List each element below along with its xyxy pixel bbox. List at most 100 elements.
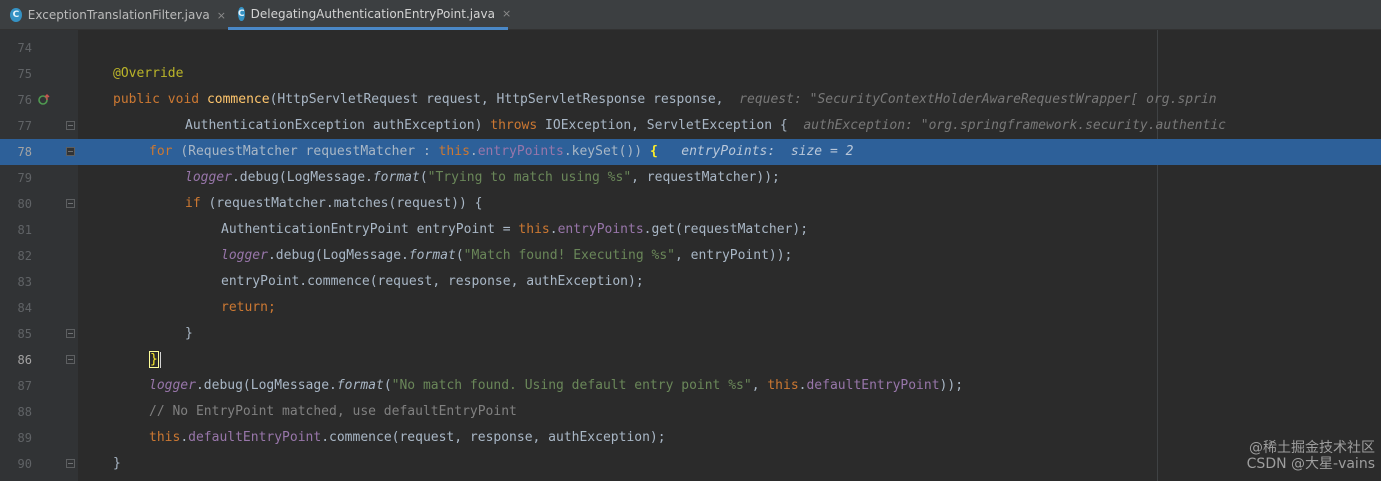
- code-line: 89 this.defaultEntryPoint.commence(reque…: [0, 425, 1381, 451]
- string-literal: "No match found. Using default entry poi…: [391, 378, 752, 393]
- code-text: @Override: [113, 61, 183, 87]
- line-number: 82: [17, 249, 32, 263]
- static-field: logger: [149, 378, 196, 393]
- keyword: for: [149, 144, 173, 159]
- code-text: entryPoint.commence(request, response, a…: [221, 274, 644, 289]
- code-line: 82 logger.debug(LogMessage.format("Match…: [0, 243, 1381, 269]
- line-number: 90: [17, 457, 32, 471]
- line-number: 89: [17, 431, 32, 445]
- code-text: logger.debug(LogMessage.format("No match…: [149, 378, 964, 393]
- watermark-line-2: CSDN @大星-vains: [1246, 456, 1375, 472]
- code-line: 88 // No EntryPoint matched, use default…: [0, 399, 1381, 425]
- call: ));: [939, 378, 964, 393]
- fold-icon[interactable]: [66, 147, 75, 156]
- line-number: 75: [17, 67, 32, 81]
- fold-icon[interactable]: [66, 199, 75, 208]
- code-line: 80 if (requestMatcher.matches(request)) …: [0, 191, 1381, 217]
- fold-icon[interactable]: [66, 121, 75, 130]
- call: , requestMatcher));: [631, 170, 780, 185]
- call: .commence(request, response, authExcepti…: [321, 430, 666, 445]
- text-cursor: [159, 351, 161, 368]
- line-number: 78: [17, 145, 32, 159]
- watermark: @稀土掘金技术社区 CSDN @大星-vains: [1247, 440, 1375, 472]
- string-literal: "Match found! Executing %s": [463, 248, 675, 263]
- static-field: logger: [221, 248, 268, 263]
- parameters: AuthenticationException authException): [185, 118, 483, 133]
- exceptions: IOException, ServletException {: [545, 118, 788, 133]
- java-class-icon: C: [238, 6, 245, 21]
- code-line: 75 @Override: [0, 61, 1381, 87]
- code-text: }: [185, 321, 193, 347]
- code-text: logger.debug(LogMessage.format("Trying t…: [185, 170, 780, 185]
- code-text: }: [149, 347, 161, 373]
- keyword: if: [185, 196, 201, 211]
- code-text: for (RequestMatcher requestMatcher : thi…: [149, 144, 854, 159]
- override-method-icon[interactable]: [38, 94, 50, 106]
- line-number: 87: [17, 379, 32, 393]
- debug-inline-hint: authException: "org.springframework.secu…: [803, 118, 1226, 133]
- code-line: 84 return;: [0, 295, 1381, 321]
- static-method: format: [372, 170, 420, 185]
- close-icon[interactable]: ×: [217, 9, 226, 22]
- code-line: 90 }: [0, 451, 1381, 477]
- line-number: 84: [17, 301, 32, 315]
- matched-brace: }: [149, 351, 159, 368]
- static-method: format: [408, 248, 456, 263]
- call: .get(requestMatcher);: [643, 222, 809, 237]
- code-text: AuthenticationEntryPoint entryPoint = th…: [221, 222, 809, 237]
- tab-label: ExceptionTranslationFilter.java: [27, 8, 210, 22]
- code-text: return;: [221, 295, 276, 321]
- call: .debug(LogMessage.: [195, 378, 337, 393]
- code-line: 77 AuthenticationException authException…: [0, 113, 1381, 139]
- debug-inline-hint: request: "SecurityContextHolderAwareRequ…: [739, 92, 1217, 107]
- annotation: @Override: [113, 66, 184, 81]
- brace: }: [113, 456, 121, 471]
- debug-inline-hint: entryPoints: size = 2: [681, 144, 854, 159]
- code-text: if (requestMatcher.matches(request)) {: [185, 191, 482, 217]
- keyword: return: [221, 300, 268, 315]
- watermark-line-1: @稀土掘金技术社区: [1249, 440, 1375, 456]
- code-line: 74: [0, 35, 1381, 61]
- code-line: 81 AuthenticationEntryPoint entryPoint =…: [0, 217, 1381, 243]
- line-number: 85: [17, 327, 32, 341]
- string-literal: "Trying to match using %s": [427, 170, 632, 185]
- java-class-icon: C: [10, 8, 22, 22]
- condition: (requestMatcher.matches(request)) {: [208, 196, 483, 211]
- code-editor[interactable]: 74 75 @Override 76 public void commence(…: [0, 30, 1381, 481]
- call: .debug(LogMessage.: [267, 248, 409, 263]
- field: defaultEntryPoint: [806, 378, 940, 393]
- call: .debug(LogMessage.: [231, 170, 373, 185]
- code-text: AuthenticationException authException) t…: [185, 113, 1226, 139]
- call: .keySet()): [563, 144, 643, 159]
- fold-icon[interactable]: [66, 329, 75, 338]
- line-number: 76: [17, 93, 32, 107]
- keyword: this: [518, 222, 550, 237]
- fold-icon[interactable]: [66, 459, 75, 468]
- static-method: format: [336, 378, 384, 393]
- close-icon[interactable]: ×: [502, 7, 511, 20]
- line-number: 81: [17, 223, 32, 237]
- tab-delegating-authentication-entry-point[interactable]: C DelegatingAuthenticationEntryPoint.jav…: [228, 0, 511, 30]
- parameters: (HttpServletRequest request, HttpServlet…: [269, 92, 724, 107]
- declaration: AuthenticationEntryPoint entryPoint =: [221, 222, 511, 237]
- code-line: 86 }: [0, 347, 1381, 373]
- code-line: 79 logger.debug(LogMessage.format("Tryin…: [0, 165, 1381, 191]
- brace: }: [185, 326, 193, 341]
- field: entryPoints: [557, 222, 644, 237]
- keyword: public: [113, 92, 160, 107]
- static-field: logger: [185, 170, 232, 185]
- fold-icon[interactable]: [66, 355, 75, 364]
- line-number: 80: [17, 197, 32, 211]
- method-name: commence: [206, 92, 270, 107]
- code-text: logger.debug(LogMessage.format("Match fo…: [221, 248, 793, 263]
- code-text: public void commence(HttpServletRequest …: [113, 87, 1217, 113]
- code-line: 83 entryPoint.commence(request, response…: [0, 269, 1381, 295]
- tab-exception-translation-filter[interactable]: C ExceptionTranslationFilter.java ×: [0, 0, 226, 30]
- comment: // No EntryPoint matched, use defaultEnt…: [149, 404, 517, 419]
- keyword: void: [167, 92, 200, 107]
- tab-label: DelegatingAuthenticationEntryPoint.java: [250, 6, 495, 21]
- code-line: 85 }: [0, 321, 1381, 347]
- line-number: 77: [17, 119, 32, 133]
- code-line-current: 78 for (RequestMatcher requestMatcher : …: [0, 139, 1381, 165]
- line-number: 86: [17, 353, 32, 367]
